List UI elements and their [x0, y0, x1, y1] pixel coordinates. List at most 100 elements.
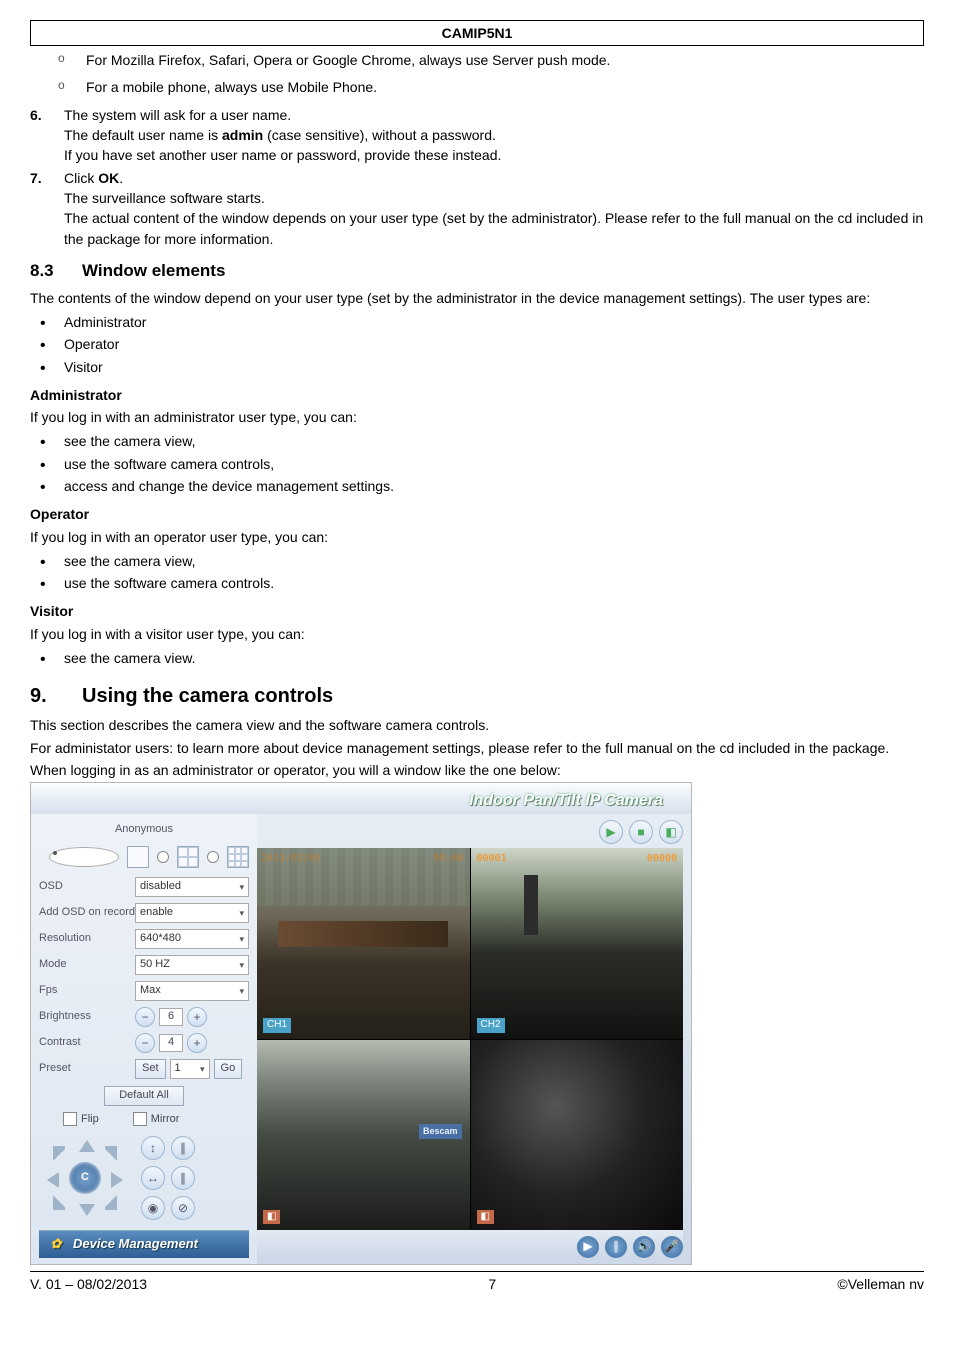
default-all-button[interactable]: Default All	[104, 1086, 184, 1106]
section-title: Using the camera controls	[82, 685, 333, 707]
ptz-center[interactable]: C	[69, 1162, 101, 1194]
section-number: 9.	[30, 682, 82, 711]
feed-timestamp: 08:08	[433, 852, 463, 867]
mirror-label: Mirror	[151, 1113, 180, 1125]
resolution-label: Resolution	[39, 931, 135, 947]
bullet-item: use the software camera controls,	[64, 454, 924, 474]
feed-timestamp: 00001	[477, 852, 507, 867]
layout-selector	[39, 844, 249, 874]
radio-layout-9[interactable]	[207, 851, 219, 863]
step-text: (case sensitive), without a password.	[263, 127, 496, 143]
preset-select[interactable]: 1	[170, 1059, 210, 1079]
footer-version: V. 01 – 08/02/2013	[30, 1274, 147, 1294]
fps-select[interactable]: Max	[135, 981, 249, 1001]
bullet-item: see the camera view,	[64, 551, 924, 571]
ptz-down-left[interactable]	[53, 1192, 65, 1210]
io-off-icon[interactable]: ⊘	[171, 1196, 195, 1220]
brightness-label: Brightness	[39, 1009, 135, 1025]
step-text: The actual content of the window depends…	[64, 210, 923, 246]
step-6: 6. The system will ask for a user name. …	[64, 105, 924, 166]
ptz-down-right[interactable]	[105, 1192, 117, 1210]
ptz-up[interactable]	[79, 1140, 95, 1152]
mode-label: Mode	[39, 957, 135, 973]
ptz-up-right[interactable]	[105, 1146, 117, 1164]
hpatrol-icon[interactable]: ↔	[141, 1166, 165, 1190]
step-text: Click	[64, 170, 98, 186]
contrast-minus[interactable]: −	[135, 1033, 155, 1053]
feed-3[interactable]: Bescam ◧	[257, 1040, 470, 1230]
contrast-plus[interactable]: +	[187, 1033, 207, 1053]
preset-label: Preset	[39, 1061, 135, 1077]
header-title: CAMIP5N1	[30, 20, 924, 46]
stop-icon[interactable]: ■	[629, 820, 653, 844]
subheading: Administrator	[30, 385, 924, 405]
section-number: 8.3	[30, 259, 82, 284]
flip-checkbox[interactable]: Flip	[63, 1112, 99, 1128]
preset-go-button[interactable]: Go	[214, 1059, 243, 1079]
record-icon[interactable]: ▶	[577, 1236, 599, 1258]
heading-9: 9.Using the camera controls	[30, 682, 924, 711]
play-icon[interactable]: ▶	[599, 820, 623, 844]
video-grid: 2013/02/0508:08 CH1 0000100000 CH2 Besca…	[257, 848, 683, 1230]
app-title: Indoor Pan/Tilt IP Camera	[31, 783, 691, 814]
feed-timestamp: 2013/02/05	[261, 852, 321, 867]
gear-icon: ✿	[47, 1236, 65, 1254]
ptz-dpad: C	[47, 1140, 123, 1216]
vpatrol-icon[interactable]: ↕	[141, 1136, 165, 1160]
bullet-item: Administrator	[64, 312, 924, 332]
layout-9-icon[interactable]	[227, 846, 249, 868]
preset-set-button[interactable]: Set	[135, 1059, 166, 1079]
ptz-up-left[interactable]	[53, 1146, 65, 1164]
paragraph: If you log in with a visitor user type, …	[30, 624, 924, 644]
ptz-down[interactable]	[79, 1204, 95, 1216]
flip-label: Flip	[81, 1113, 99, 1125]
radio-layout-1[interactable]	[49, 847, 119, 867]
footer-copyright: ©Velleman nv	[837, 1274, 924, 1294]
device-management-bar[interactable]: ✿ Device Management	[39, 1230, 249, 1258]
step-text-bold: admin	[222, 127, 263, 143]
feed-4[interactable]: ◧	[471, 1040, 684, 1230]
bullet-item: access and change the device management …	[64, 476, 924, 496]
subheading: Visitor	[30, 601, 924, 621]
radio-layout-4[interactable]	[157, 851, 169, 863]
io-on-icon[interactable]: ◉	[141, 1196, 165, 1220]
bullet-item: Operator	[64, 334, 924, 354]
hpatrol-stop-icon[interactable]: ∥	[171, 1166, 195, 1190]
snapshot-icon[interactable]: ◧	[659, 820, 683, 844]
mic-icon[interactable]: 🎤	[661, 1236, 683, 1258]
sub-bullet: For Mozilla Firefox, Safari, Opera or Go…	[86, 50, 924, 70]
ptz-left[interactable]	[47, 1172, 59, 1188]
mirror-checkbox[interactable]: Mirror	[133, 1112, 180, 1128]
step-text: The surveillance software starts.	[64, 190, 265, 206]
layout-1-icon[interactable]	[127, 846, 149, 868]
addosd-select[interactable]: enable	[135, 903, 249, 923]
contrast-label: Contrast	[39, 1035, 135, 1051]
resolution-select[interactable]: 640*480	[135, 929, 249, 949]
feed-timestamp: 00000	[647, 852, 677, 867]
feed-1[interactable]: 2013/02/0508:08 CH1	[257, 848, 470, 1038]
bullet-item: see the camera view,	[64, 431, 924, 451]
brightness-minus[interactable]: −	[135, 1007, 155, 1027]
section-title: Window elements	[82, 261, 225, 280]
brightness-value: 6	[159, 1008, 183, 1026]
layout-4-icon[interactable]	[177, 846, 199, 868]
step-text: The system will ask for a user name.	[64, 107, 291, 123]
user-label: Anonymous	[39, 820, 249, 844]
mode-select[interactable]: 50 HZ	[135, 955, 249, 975]
brightness-plus[interactable]: +	[187, 1007, 207, 1027]
feed-2[interactable]: 0000100000 CH2	[471, 848, 684, 1038]
audio-icon[interactable]: 🔊	[633, 1236, 655, 1258]
paragraph: If you log in with an operator user type…	[30, 527, 924, 547]
osd-select[interactable]: disabled	[135, 877, 249, 897]
pause-icon[interactable]: ∥	[605, 1236, 627, 1258]
osd-label: OSD	[39, 879, 135, 895]
footer-page-number: 7	[488, 1274, 496, 1294]
paragraph: For administator users: to learn more ab…	[30, 738, 924, 758]
bullet-item: Visitor	[64, 357, 924, 377]
ptz-right[interactable]	[111, 1172, 123, 1188]
feed-3-sign: Bescam	[419, 1124, 462, 1139]
feed-3-tag: ◧	[263, 1210, 280, 1225]
vpatrol-stop-icon[interactable]: ∥	[171, 1136, 195, 1160]
paragraph: This section describes the camera view a…	[30, 715, 924, 735]
bullet-item: see the camera view.	[64, 648, 924, 668]
